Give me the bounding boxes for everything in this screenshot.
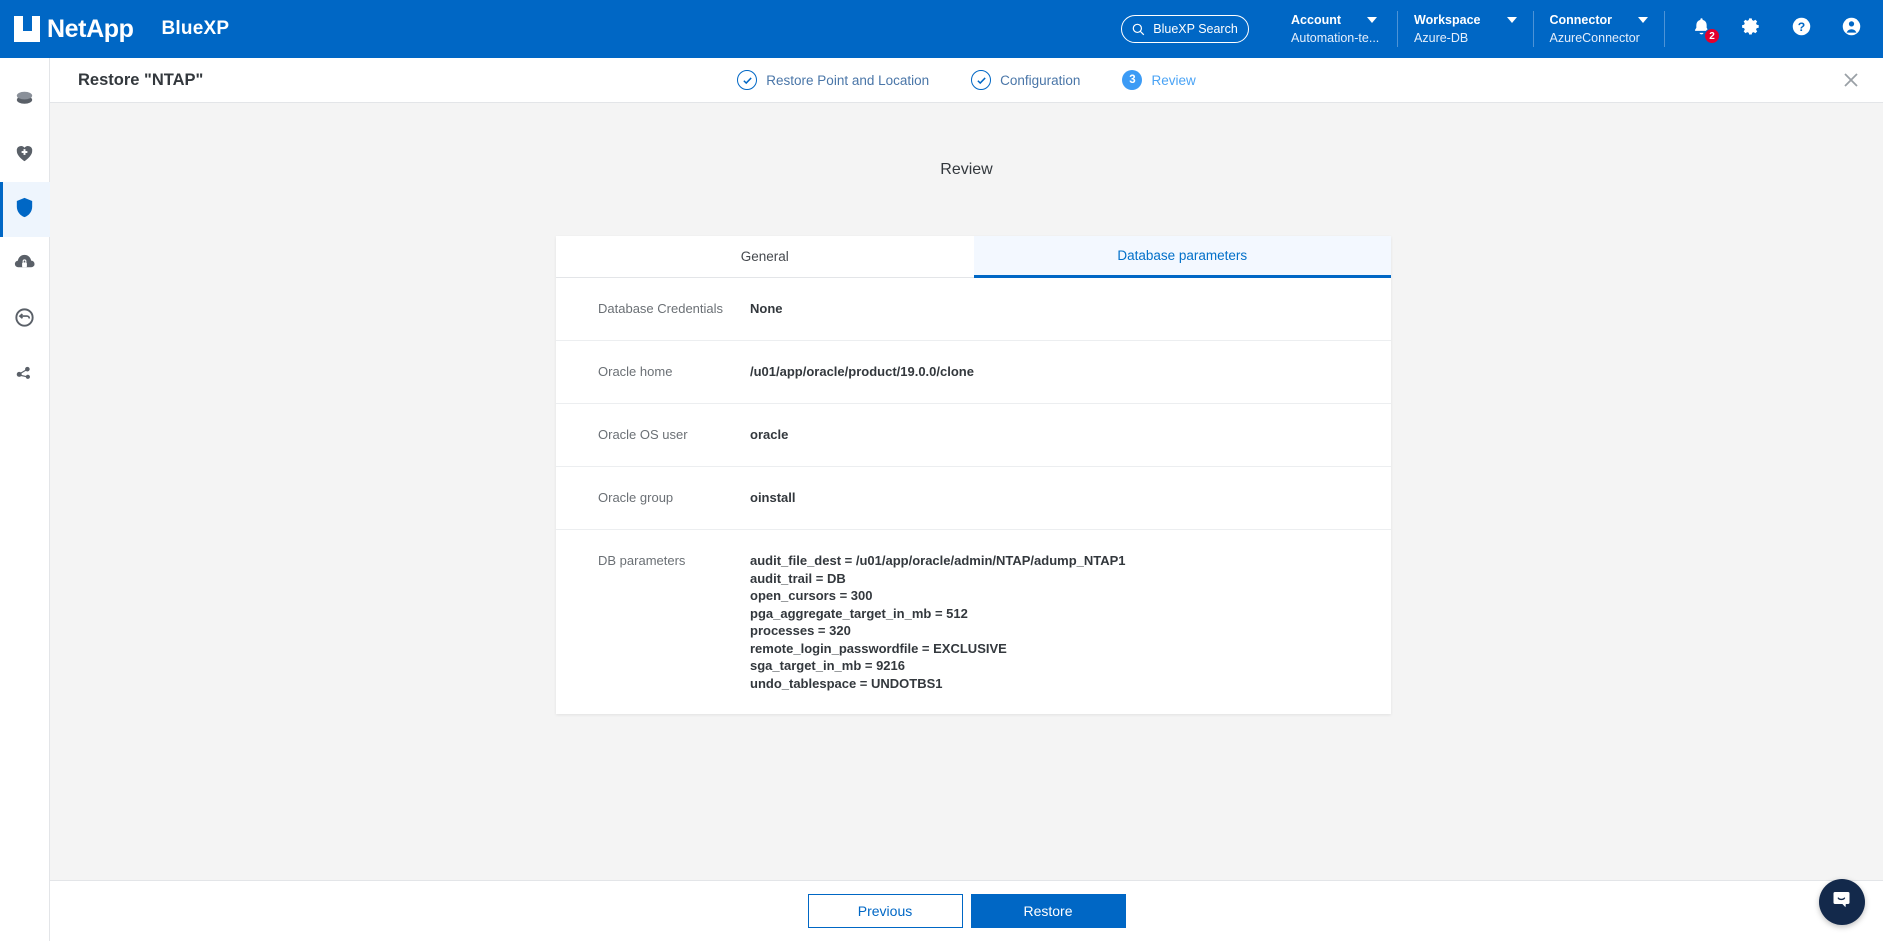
tab-database-parameters-label: Database parameters [1117,248,1247,263]
user-account-button[interactable] [1839,17,1863,41]
page-title: Restore "NTAP" [50,71,203,90]
db-parameter-line: undo_tablespace = UNDOTBS1 [750,675,1126,693]
row-value: oinstall [750,489,796,507]
account-selector[interactable]: Account Automation-te... [1275,9,1397,49]
context-selectors: Account Automation-te... Workspace Azure… [1275,0,1665,58]
netapp-logo-mark-icon [14,16,40,42]
row-label: Oracle group [598,489,750,507]
main-content: Review General Database parameters Datab… [50,103,1883,880]
netapp-logo[interactable]: NetApp [14,15,133,44]
notifications-button[interactable]: 2 [1689,17,1713,41]
db-parameter-line: processes = 320 [750,622,1126,640]
tab-general[interactable]: General [556,236,974,278]
review-detail-list: Database Credentials None Oracle home /u… [556,278,1391,714]
netapp-wordmark: NetApp [47,15,133,44]
notification-badge: 2 [1704,28,1720,44]
db-parameter-line: audit_trail = DB [750,570,1126,588]
table-row: Oracle home /u01/app/oracle/product/19.0… [556,341,1391,404]
bluexp-search-button[interactable]: BlueXP Search [1121,15,1249,43]
connector-selector-value: AzureConnector [1550,31,1649,45]
db-parameter-line: sga_target_in_mb = 9216 [750,657,1126,675]
close-icon[interactable] [1841,70,1861,90]
canvas-icon [13,86,36,114]
chevron-down-icon [1507,17,1517,23]
row-value: None [750,300,783,318]
workspace-selector-value: Azure-DB [1414,31,1516,45]
chat-bubble-icon [1830,888,1854,917]
check-icon [737,70,757,90]
sidebar-item-protection[interactable] [0,182,50,237]
row-label: Database Credentials [598,300,750,318]
check-icon [971,70,991,90]
account-selector-label: Account [1291,13,1341,27]
restore-button[interactable]: Restore [971,894,1126,928]
row-value: /u01/app/oracle/product/19.0.0/clone [750,363,974,381]
top-navigation-right: BlueXP Search Account Automation-te... W… [1121,0,1883,58]
brand-area: NetApp BlueXP [0,15,229,44]
health-icon [13,141,36,169]
sidebar-item-canvas[interactable] [0,72,50,127]
wizard-header: Restore "NTAP" Restore Point and Locatio… [50,58,1883,103]
wizard-step-label: Review [1151,73,1195,88]
chat-support-button[interactable] [1819,879,1865,925]
row-label: DB parameters [598,552,750,570]
tab-database-parameters[interactable]: Database parameters [974,236,1392,278]
settings-button[interactable] [1739,17,1763,41]
table-row: Oracle group oinstall [556,467,1391,530]
review-card: General Database parameters Database Cre… [556,236,1391,714]
sidebar-item-governance[interactable] [0,237,50,292]
db-parameter-line: audit_file_dest = /u01/app/oracle/admin/… [750,552,1126,570]
wizard-step-review[interactable]: 3 Review [1122,70,1195,90]
help-button[interactable]: ? [1789,17,1813,41]
step-number-badge: 3 [1122,70,1142,90]
row-label: Oracle home [598,363,750,381]
review-tabs: General Database parameters [556,236,1391,278]
db-parameter-line: pga_aggregate_target_in_mb = 512 [750,605,1126,623]
table-row: Database Credentials None [556,278,1391,341]
top-icon-group: 2 ? [1665,17,1883,41]
gear-icon [1741,16,1762,42]
row-label: Oracle OS user [598,426,750,444]
row-value: oracle [750,426,788,444]
left-sidebar [0,58,50,941]
governance-lock-cloud-icon [13,251,36,279]
wizard-step-restore-point-and-location[interactable]: Restore Point and Location [737,70,929,90]
review-heading: Review [50,161,1883,179]
db-parameter-line: remote_login_passwordfile = EXCLUSIVE [750,640,1126,658]
wizard-step-configuration[interactable]: Configuration [971,70,1080,90]
account-selector-value: Automation-te... [1291,31,1381,45]
help-icon: ? [1791,16,1812,42]
bluexp-product-name[interactable]: BlueXP [161,18,229,40]
user-icon [1841,16,1862,42]
wizard-footer: Previous Restore [50,880,1883,941]
previous-button[interactable]: Previous [808,894,963,928]
extensions-nodes-icon [13,361,36,389]
search-icon [1132,23,1145,36]
wizard-steps: Restore Point and Location Configuration… [50,70,1883,90]
connector-selector-label: Connector [1550,13,1613,27]
table-row-db-parameters: DB parameters audit_file_dest = /u01/app… [556,530,1391,714]
wizard-step-label: Restore Point and Location [766,73,929,88]
chevron-down-icon [1638,17,1648,23]
db-parameter-line: open_cursors = 300 [750,587,1126,605]
sidebar-item-health[interactable] [0,127,50,182]
sidebar-item-extensions[interactable] [0,347,50,402]
wizard-step-label: Configuration [1000,73,1080,88]
table-row: Oracle OS user oracle [556,404,1391,467]
sync-refresh-icon [13,306,36,334]
workspace-selector[interactable]: Workspace Azure-DB [1398,9,1532,49]
protection-shield-icon [13,196,36,224]
workspace-selector-label: Workspace [1414,13,1480,27]
connector-selector[interactable]: Connector AzureConnector [1534,9,1665,49]
tab-general-label: General [741,249,789,264]
sidebar-item-mobility[interactable] [0,292,50,347]
top-navigation-bar: NetApp BlueXP BlueXP Search Account Auto… [0,0,1883,58]
db-parameters-value-list: audit_file_dest = /u01/app/oracle/admin/… [750,552,1126,692]
svg-text:?: ? [1797,20,1804,34]
bluexp-search-label: BlueXP Search [1153,22,1238,36]
chevron-down-icon [1367,17,1377,23]
